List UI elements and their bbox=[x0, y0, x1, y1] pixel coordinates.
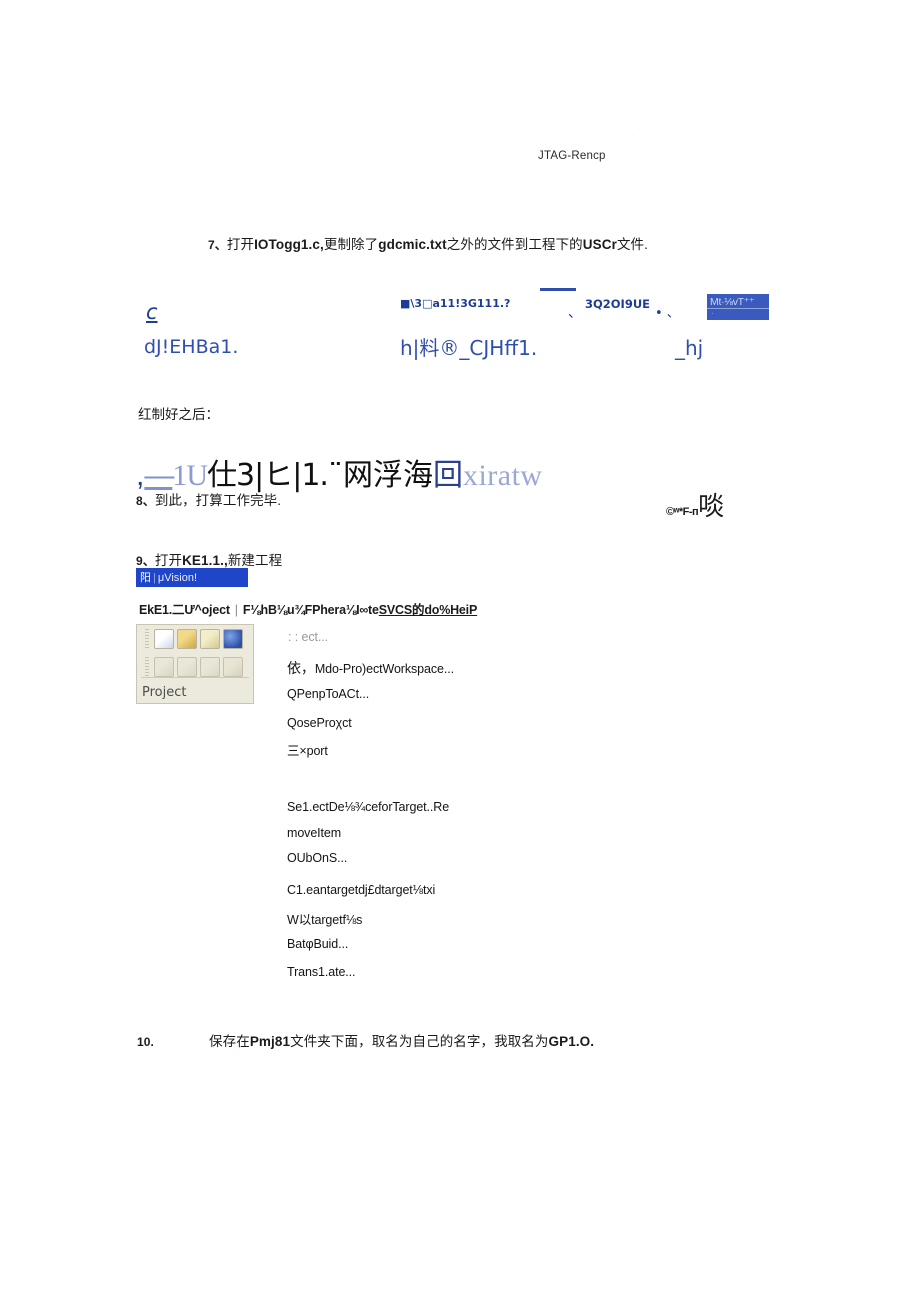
smear-cjk-b: ¨网浮海 bbox=[327, 458, 433, 493]
menu-item-select-device-for-target[interactable]: Se1.ectDe⅛¾ceforTarget..Re bbox=[287, 800, 449, 814]
step-10-number: 10. bbox=[137, 1035, 154, 1049]
menu-item-clean-target[interactable]: C1.eantargetdj£dtarget⅛txi bbox=[287, 883, 435, 897]
menu-item-build-target[interactable]: W以targetf⅛s bbox=[287, 909, 362, 928]
app-logo-icon: 阳 bbox=[140, 571, 151, 584]
step-8-number: 8、 bbox=[136, 494, 155, 508]
menu-item-batch-build[interactable]: BatφBuid... bbox=[287, 937, 348, 951]
translate-icon[interactable] bbox=[223, 657, 243, 677]
fragment-tick: 、 bbox=[568, 305, 582, 321]
step-9-text-a: 打开 bbox=[154, 553, 183, 568]
step-9-text-b: 新建工程 bbox=[227, 553, 283, 568]
step-10-paragraph: 10. 保存在Pmj81文件夹下面，取名为自己的名字，我取名为GP1.O. bbox=[137, 1030, 594, 1050]
fragment-selected-box: Mt·⅛vT⁺⁺ · bbox=[707, 294, 769, 320]
figure-smeared-line: ,—1U仕3|ヒ|1.¨网浮海回xiratw bbox=[136, 450, 543, 494]
step-7-paragraph: 7、打开IOTogg1.c,更制除了gdcmic.txt之外的文件到工程下的US… bbox=[208, 233, 648, 253]
smear-cjk-a: 仕3|ヒ|1. bbox=[207, 458, 329, 493]
fragment-box-line1: Mt·⅛vT⁺⁺ bbox=[707, 294, 769, 309]
menu-right-plain[interactable]: F⅛hB⅛u¾FPhera⅛I∞te bbox=[243, 603, 379, 617]
step-10-bold-a: Pmj81 bbox=[249, 1034, 291, 1049]
menu-item-label: Mdo-Pro)ectWorkspace... bbox=[314, 662, 454, 676]
toolbar-grip-handle[interactable] bbox=[145, 629, 149, 649]
scan-stamp-artifact: ©ʷ*F-ᴨ啖 bbox=[666, 486, 724, 523]
menu-left-group[interactable]: EkE1.二Ư^oject bbox=[139, 603, 230, 617]
menu-item-label: W以targetf⅛s bbox=[287, 913, 363, 927]
menu-item-label: 三×port bbox=[287, 744, 328, 758]
menu-item-translate[interactable]: Trans1.ate... bbox=[287, 965, 356, 979]
title-separator: | bbox=[153, 572, 156, 584]
app-title-bar: 阳 | μVision! bbox=[136, 568, 248, 587]
menu-item-label: Trans1.ate... bbox=[287, 965, 356, 979]
menu-item-label: Se1.ectDe⅛¾ceforTarget..Re bbox=[287, 800, 450, 814]
step-8-paragraph: 8、到此，打算工作完毕. bbox=[136, 489, 281, 509]
smear-ten: 1U bbox=[172, 459, 208, 492]
save-icon[interactable] bbox=[200, 629, 220, 649]
fragment-c: c bbox=[146, 300, 158, 324]
menu-item-remove-item[interactable]: moveItem bbox=[287, 826, 341, 840]
globe-icon[interactable] bbox=[223, 629, 243, 649]
menu-item-close-project[interactable]: QoseProχct bbox=[287, 716, 352, 730]
step-9-paragraph: 9、打开KE1.1.,新建工程 bbox=[136, 549, 282, 569]
menu-item-open-project[interactable]: QPenpToACt... bbox=[287, 687, 369, 701]
step-10-text-b: 文件夹下面，取名为自己的名字，我取名为 bbox=[290, 1034, 549, 1049]
fragment-box-line2: · bbox=[711, 309, 714, 318]
step-7-text-c: 之外的文件到工程下的 bbox=[446, 237, 583, 252]
stamp-glyph: 啖 bbox=[698, 492, 725, 522]
step-10-text-a: 保存在 bbox=[209, 1034, 250, 1049]
fragment-dj-ehba: dJ!EHBa1. bbox=[144, 336, 239, 358]
rebuild-icon[interactable] bbox=[200, 657, 220, 677]
menu-item-label: moveItem bbox=[287, 826, 342, 840]
step-7-number: 7、 bbox=[208, 238, 227, 252]
menu-item-new-multi-project-workspace[interactable]: 依，Mdo-Pro)ectWorkspace... bbox=[287, 658, 454, 678]
project-pane-label: Project bbox=[142, 685, 187, 700]
menu-item-prefix: 依， bbox=[287, 661, 315, 677]
fragment-hj: _hj bbox=[675, 336, 704, 360]
fragment-3q2oi9ue: 3Q2OI9UE bbox=[585, 297, 651, 311]
menu-item-export[interactable]: 三×port bbox=[287, 740, 328, 759]
toolbar-row-bottom bbox=[137, 649, 253, 677]
menu-item-label: OUbOnS... bbox=[287, 851, 348, 865]
open-folder-icon[interactable] bbox=[177, 629, 197, 649]
app-title-text: μVision! bbox=[157, 572, 198, 584]
menu-item-label: QPenpToACt... bbox=[287, 687, 370, 701]
smear-dash: — bbox=[144, 459, 174, 492]
step-9-bold-a: KE1.1., bbox=[182, 553, 228, 568]
step-7-bold-a: IOTogg1.c, bbox=[254, 237, 324, 252]
toolbar-grip-handle-2[interactable] bbox=[145, 657, 149, 677]
fragment-dash-rule bbox=[540, 288, 576, 291]
step-7-text-d: 文件. bbox=[616, 237, 648, 252]
menu-right-underlined[interactable]: SVCS的do%HeiP bbox=[379, 603, 478, 617]
step-9-number: 9、 bbox=[136, 554, 155, 568]
step-7-text-b: 更制除了 bbox=[323, 237, 379, 252]
smear-xiratw: xiratw bbox=[462, 459, 543, 492]
figure-copied-files: c dJ!EHBa1. ■\3□a11!3G111.? h|料®_CJHff1.… bbox=[0, 280, 920, 375]
menu-item-label: BatφBuid... bbox=[287, 937, 349, 951]
menu-item-label: C1.eantargetdj£dtarget⅛txi bbox=[287, 883, 436, 897]
new-file-icon[interactable] bbox=[154, 629, 174, 649]
toolbar-divider bbox=[141, 677, 249, 678]
step-7-bold-b: gdcmic.txt bbox=[378, 237, 447, 252]
menu-separator: | bbox=[234, 603, 238, 617]
target-options-icon[interactable] bbox=[154, 657, 174, 677]
fragment-h-cjhff: h|料®_CJHff1. bbox=[400, 336, 538, 360]
page-header-title: JTAG-Rencp bbox=[538, 150, 606, 162]
menu-item-new-project[interactable]: : : ect... bbox=[288, 630, 328, 644]
menu-item-label: QoseProχct bbox=[287, 716, 352, 730]
fragment-dots: • 、 bbox=[655, 306, 680, 321]
menu-item-label: : : ect... bbox=[288, 630, 328, 644]
step-10-bold-b: GP1.O. bbox=[548, 1034, 595, 1049]
step-7-text-a: 打开 bbox=[226, 237, 255, 252]
caption-after-copy: 红制好之后： bbox=[138, 407, 219, 422]
app-toolbar[interactable]: Project bbox=[136, 624, 254, 704]
app-menu-bar[interactable]: EkE1.二Ư^oject | F⅛hB⅛u¾FPhera⅛I∞teSVCS的do%… bbox=[139, 599, 477, 618]
fragment-path: ■\3□a11!3G111.? bbox=[400, 297, 511, 310]
document-page: JTAG-Rencp 7、打开IOTogg1.c,更制除了gdcmic.txt之… bbox=[0, 0, 920, 1301]
step-7-bold-c: USCr bbox=[582, 237, 617, 252]
toolbar-row-top bbox=[137, 625, 253, 649]
menu-item-options[interactable]: OUbOnS... bbox=[287, 851, 347, 865]
build-icon[interactable] bbox=[177, 657, 197, 677]
step-8-text: 到此，打算工作完毕. bbox=[154, 493, 282, 508]
stamp-mark: ©ʷ*F-ᴨ bbox=[666, 506, 699, 518]
smear-boxglyph: 回 bbox=[432, 458, 463, 493]
